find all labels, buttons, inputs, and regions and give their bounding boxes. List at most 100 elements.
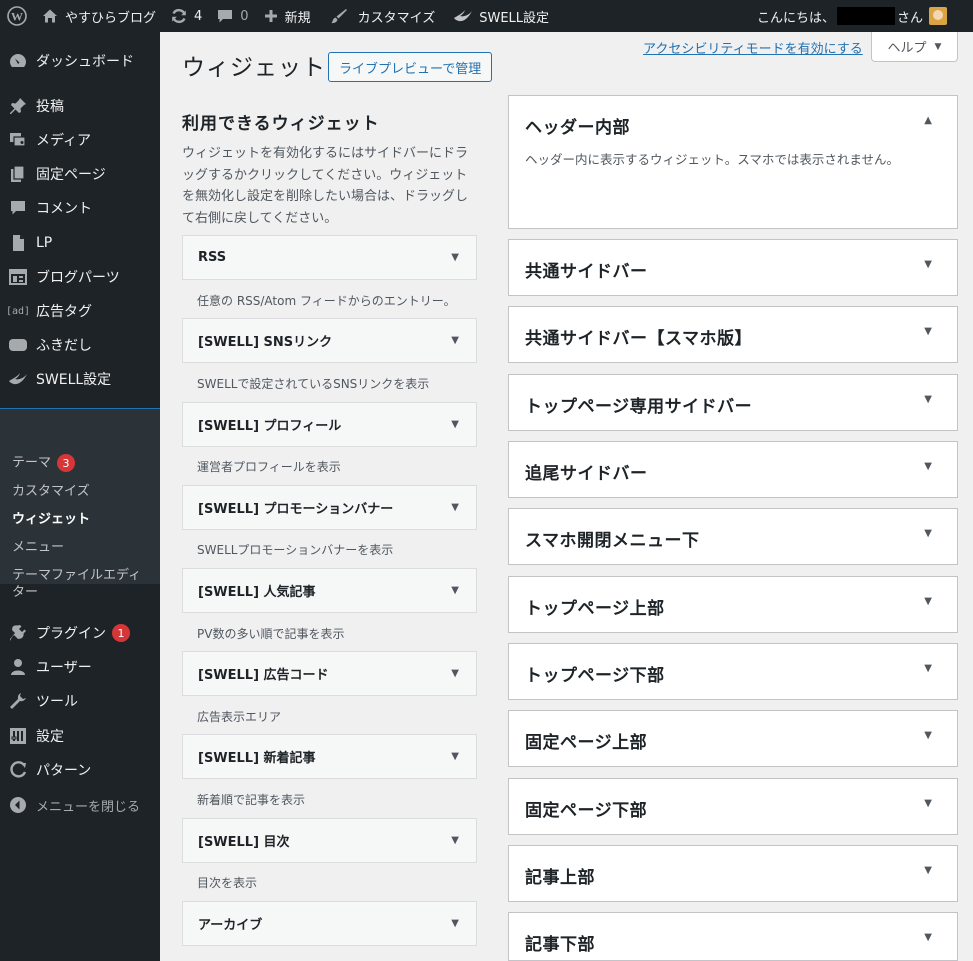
live-preview-button[interactable]: ライブプレビューで管理 — [328, 52, 493, 82]
sidebar-item-comments[interactable]: コメント — [0, 191, 160, 225]
widget-area-common-sidebar-sp[interactable]: 共通サイドバー【スマホ版】 ▼ — [508, 306, 958, 363]
widget-area-page-bottom[interactable]: 固定ページ下部 ▼ — [508, 778, 958, 835]
caret-down-icon[interactable]: ▼ — [451, 835, 459, 846]
widget-swell-sns[interactable]: [SWELL] SNSリンク ▼ — [182, 318, 477, 363]
submenu-item-customize[interactable]: カスタマイズ — [12, 483, 152, 500]
widget-area-single-top[interactable]: 記事上部 ▼ — [508, 845, 958, 902]
ad-icon: [ad] — [5, 305, 31, 317]
widget-area-top-sidebar[interactable]: トップページ専用サイドバー ▼ — [508, 374, 958, 431]
widget-description: 任意の RSS/Atom フィードからのエントリー。 — [197, 294, 456, 308]
widget-area-title: トップページ上部 — [525, 599, 665, 619]
submenu-item-widgets[interactable]: ウィジェット — [12, 511, 152, 528]
sidebar-item-pages[interactable]: 固定ページ — [0, 157, 160, 191]
sidebar-item-swell[interactable]: SWELL設定 — [0, 362, 160, 396]
sidebar-item-dashboard[interactable]: ダッシュボード — [0, 44, 160, 78]
widget-rss[interactable]: RSS ▼ — [182, 235, 477, 280]
widget-description: PV数の多い順で記事を表示 — [197, 627, 345, 641]
caret-down-icon[interactable]: ▼ — [924, 865, 932, 876]
caret-down-icon[interactable]: ▼ — [451, 419, 459, 430]
media-icon — [8, 130, 28, 150]
caret-down-icon[interactable]: ▼ — [924, 259, 932, 270]
caret-down-icon[interactable]: ▼ — [924, 663, 932, 674]
caret-down-icon[interactable]: ▼ — [451, 252, 459, 263]
caret-down-icon[interactable]: ▼ — [451, 668, 459, 679]
caret-down-icon[interactable]: ▼ — [924, 730, 932, 741]
sidebar-item-lp[interactable]: LP — [0, 226, 160, 260]
sidebar-item-settings[interactable]: 設定 — [0, 719, 160, 753]
widget-area-single-bottom[interactable]: 記事下部 ▼ — [508, 912, 958, 961]
caret-down-icon[interactable]: ▼ — [451, 585, 459, 596]
caret-down-icon[interactable]: ▼ — [924, 394, 932, 405]
updates-link[interactable]: 4 — [163, 0, 209, 32]
sidebar-item-patterns[interactable]: パターン — [0, 753, 160, 787]
sidebar-item-label: 固定ページ — [36, 167, 106, 183]
widget-swell-promo-banner[interactable]: [SWELL] プロモーションバナー ▼ — [182, 485, 477, 530]
caret-down-icon[interactable]: ▼ — [924, 596, 932, 607]
caret-down-icon[interactable]: ▼ — [451, 918, 459, 929]
widget-swell-popular-posts[interactable]: [SWELL] 人気記事 ▼ — [182, 568, 477, 613]
widget-area-sp-menu-bottom[interactable]: スマホ開閉メニュー下 ▼ — [508, 508, 958, 565]
caret-down-icon[interactable]: ▼ — [924, 326, 932, 337]
site-name-link[interactable]: やすひらブログ — [34, 0, 163, 32]
submenu-label: テーマファイルエディター — [12, 568, 142, 600]
caret-down-icon[interactable]: ▼ — [924, 528, 932, 539]
sidebar-item-media[interactable]: メディア — [0, 123, 160, 157]
widget-area-page-top[interactable]: 固定ページ上部 ▼ — [508, 710, 958, 767]
themes-update-badge: 3 — [57, 454, 76, 472]
comments-link[interactable]: 0 — [209, 0, 255, 32]
caret-down-icon[interactable]: ▼ — [451, 335, 459, 346]
widget-area-title: 記事下部 — [525, 935, 595, 955]
sidebar-item-label: 広告タグ — [36, 304, 92, 320]
widget-title: [SWELL] 人気記事 — [198, 585, 316, 600]
sidebar-item-label: ダッシュボード — [36, 54, 134, 70]
sidebar-item-adtag[interactable]: [ad] 広告タグ — [0, 294, 160, 328]
help-tab-button[interactable]: ヘルプ ▼ — [871, 32, 958, 62]
collapse-menu-button[interactable]: メニューを閉じる — [0, 788, 160, 822]
submenu-item-menus[interactable]: メニュー — [12, 539, 152, 556]
my-account[interactable]: こんにちは、 さん — [757, 0, 947, 32]
widget-area-front-bottom[interactable]: トップページ下部 ▼ — [508, 643, 958, 700]
widget-area-title: 記事上部 — [525, 868, 595, 888]
caret-down-icon[interactable]: ▼ — [451, 751, 459, 762]
widget-swell-new-posts[interactable]: [SWELL] 新着記事 ▼ — [182, 734, 477, 779]
caret-down-icon[interactable]: ▼ — [924, 932, 932, 943]
caret-down-icon[interactable]: ▼ — [924, 461, 932, 472]
sidebar-item-balloon[interactable]: ふきだし — [0, 328, 160, 362]
sidebar-item-blogparts[interactable]: ブログパーツ — [0, 260, 160, 294]
widget-area-common-sidebar[interactable]: 共通サイドバー ▼ — [508, 239, 958, 296]
caret-up-icon[interactable]: ▲ — [924, 115, 932, 126]
submenu-label: テーマ — [12, 455, 52, 471]
customize-label: カスタマイズ — [357, 10, 436, 26]
widget-archives[interactable]: アーカイブ ▼ — [182, 901, 477, 946]
collapse-arrow-icon — [8, 795, 28, 815]
submenu-item-themes[interactable]: テーマ 3 — [12, 454, 152, 472]
balloon-icon — [8, 335, 28, 355]
sidebar-item-label: 設定 — [36, 729, 64, 745]
caret-down-icon[interactable]: ▼ — [924, 798, 932, 809]
sidebar-item-label: LP — [36, 235, 53, 251]
new-content-link[interactable]: 新規 — [256, 0, 318, 32]
sidebar-item-tools[interactable]: ツール — [0, 684, 160, 718]
widget-area-header-inner[interactable]: ヘッダー内部 ▲ ヘッダー内に表示するウィジェット。スマホでは表示されません。 — [508, 95, 958, 229]
site-name: やすひらブログ — [65, 10, 157, 26]
widget-swell-ad-code[interactable]: [SWELL] 広告コード ▼ — [182, 651, 477, 696]
widget-area-fixed-sidebar[interactable]: 追尾サイドバー ▼ — [508, 441, 958, 498]
comment-icon — [8, 198, 28, 218]
sidebar-item-posts[interactable]: 投稿 — [0, 89, 160, 123]
available-widgets-description: ウィジェットを有効化するにはサイドバーにドラッグするかクリックしてください。ウィ… — [182, 146, 469, 226]
wordpress-logo-button[interactable]: W — [0, 0, 34, 32]
caret-down-icon[interactable]: ▼ — [451, 502, 459, 513]
widget-area-title: 共通サイドバー【スマホ版】 — [525, 329, 752, 349]
submenu-item-theme-editor[interactable]: テーマファイルエディター — [12, 567, 147, 601]
swell-settings-link[interactable]: SWELL設定 — [442, 0, 556, 32]
tools-icon — [8, 691, 28, 711]
sidebar-item-users[interactable]: ユーザー — [0, 650, 160, 684]
sidebar-item-plugins[interactable]: プラグイン 1 — [0, 616, 160, 650]
accessibility-mode-link[interactable]: アクセシビリティモードを有効にする — [643, 38, 863, 57]
widget-area-front-top[interactable]: トップページ上部 ▼ — [508, 576, 958, 633]
pin-icon — [8, 96, 28, 116]
widget-swell-toc[interactable]: [SWELL] 目次 ▼ — [182, 818, 477, 863]
widget-swell-profile[interactable]: [SWELL] プロフィール ▼ — [182, 402, 477, 447]
customize-link[interactable]: カスタマイズ — [318, 0, 443, 32]
widget-title: [SWELL] 広告コード — [198, 668, 329, 683]
